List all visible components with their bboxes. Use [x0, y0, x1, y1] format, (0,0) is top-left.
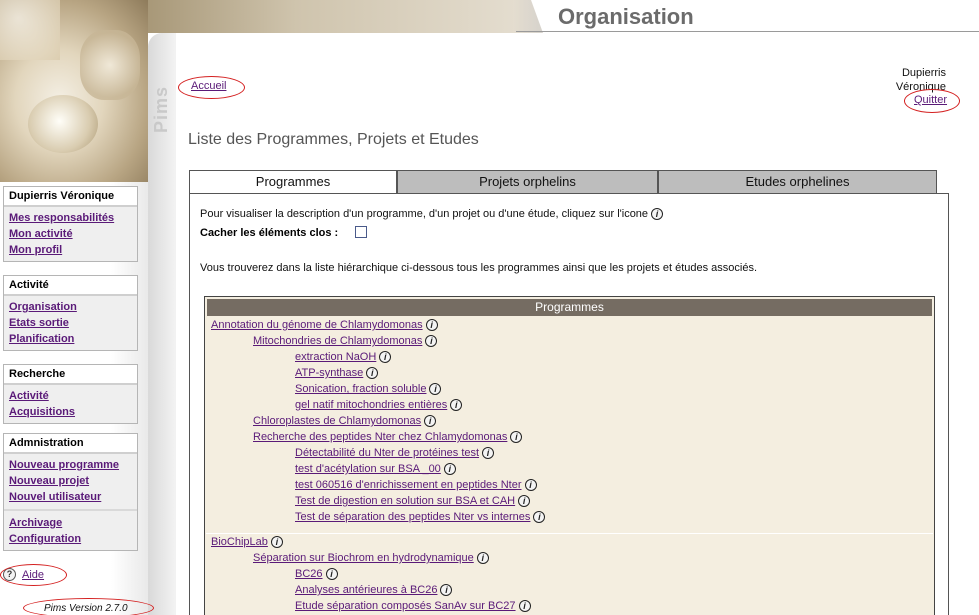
hide-closed-checkbox[interactable] — [355, 226, 367, 238]
menu-mon-profil[interactable]: Mon profil — [4, 242, 137, 258]
info-icon[interactable]: i — [379, 351, 392, 364]
sidebar: Dupierris Véronique Mes responsabilités … — [0, 182, 148, 615]
project-item: Mitochondries de Chlamydomonas i — [253, 335, 438, 348]
info-icon[interactable]: i — [510, 431, 523, 444]
info-icon[interactable]: i — [518, 600, 531, 613]
info-icon[interactable]: i — [482, 447, 495, 460]
program-link[interactable]: Analyses antérieures à BC26 — [295, 584, 437, 596]
info-icon[interactable]: i — [425, 335, 438, 348]
program-separator — [206, 533, 933, 534]
menu-recherche-activite[interactable]: Activité — [4, 388, 137, 404]
hide-closed-label: Cacher les éléments clos : — [200, 227, 339, 239]
study-item: ATP-synthase i — [295, 367, 379, 380]
menu-etats-sortie[interactable]: Etats sortie — [4, 315, 137, 331]
menu-divider — [4, 509, 137, 511]
user-name-line1: Dupierris — [901, 67, 946, 79]
admin-menu: Admnistration Nouveau programme Nouveau … — [3, 433, 138, 551]
page-header-title: Organisation — [558, 4, 694, 29]
study-item: test 060516 d'enrichissement en peptides… — [295, 479, 537, 492]
info-icon[interactable]: i — [425, 319, 438, 332]
info-icon[interactable]: i — [443, 463, 456, 476]
menu-planification[interactable]: Planification — [4, 331, 137, 347]
menu-nouveau-projet[interactable]: Nouveau projet — [4, 473, 137, 489]
page-title: Liste des Programmes, Projets et Etudes — [188, 131, 479, 148]
activity-menu: Activité Organisation Etats sortie Plani… — [3, 275, 138, 351]
tab-etudes-orphelines[interactable]: Etudes orphelines — [658, 170, 937, 194]
info-icon[interactable]: i — [476, 552, 489, 565]
project-item: Recherche des peptides Nter chez Chlamyd… — [253, 431, 523, 444]
menu-nouveau-programme[interactable]: Nouveau programme — [4, 457, 137, 473]
pims-strip-label: Pims — [151, 85, 171, 133]
hierarchy-note: Vous trouverez dans la liste hiérarchiqu… — [200, 262, 758, 274]
annotation-circle — [23, 598, 154, 615]
header-photo — [0, 0, 148, 182]
program-link[interactable]: Détectabilité du Nter de protéines test — [295, 447, 479, 459]
menu-mon-activite[interactable]: Mon activité — [4, 226, 137, 242]
menu-nouvel-utilisateur[interactable]: Nouvel utilisateur — [4, 489, 137, 505]
study-item: Détectabilité du Nter de protéines test i — [295, 447, 495, 460]
program-link[interactable]: extraction NaOH — [295, 351, 376, 363]
programs-table-header: Programmes — [207, 299, 932, 316]
menu-configuration[interactable]: Configuration — [4, 531, 137, 547]
program-link[interactable]: test d'acétylation sur BSA _00 — [295, 463, 441, 475]
tab-projets-orphelins[interactable]: Projets orphelins — [397, 170, 658, 194]
info-icon[interactable]: i — [524, 479, 537, 492]
instructions-text: Pour visualiser la description d'un prog… — [200, 208, 664, 221]
program-link[interactable]: BC26 — [295, 568, 323, 580]
study-item: BC26 i — [295, 568, 338, 581]
program-item: BioChipLab i — [211, 536, 283, 549]
info-icon[interactable]: i — [429, 383, 442, 396]
study-item: test d'acétylation sur BSA _00 i — [295, 463, 456, 476]
program-link[interactable]: Test de séparation des peptides Nter vs … — [295, 511, 530, 523]
program-link[interactable]: Etude séparation composés SanAv sur BC27 — [295, 600, 516, 612]
info-icon[interactable]: i — [450, 399, 463, 412]
program-link[interactable]: Séparation sur Biochrom en hydrodynamiqu… — [253, 552, 474, 564]
info-icon[interactable]: i — [424, 415, 437, 428]
program-link[interactable]: Chloroplastes de Chlamydomonas — [253, 415, 421, 427]
menu-mes-responsabilites[interactable]: Mes responsabilités — [4, 210, 137, 226]
pims-strip: Pims — [148, 33, 176, 615]
program-link[interactable]: Sonication, fraction soluble — [295, 383, 426, 395]
study-item: Analyses antérieures à BC26 i — [295, 584, 453, 597]
info-icon: i — [651, 208, 664, 221]
activity-menu-title: Activité — [4, 276, 137, 296]
annotation-circle — [178, 76, 245, 99]
info-icon[interactable]: i — [440, 584, 453, 597]
program-link[interactable]: Test de digestion en solution sur BSA et… — [295, 495, 515, 507]
study-item: Test de digestion en solution sur BSA et… — [295, 495, 531, 508]
program-link[interactable]: BioChipLab — [211, 536, 268, 548]
info-icon[interactable]: i — [270, 536, 283, 549]
tab-bar: Programmes Projets orphelins Etudes orph… — [189, 170, 949, 195]
search-menu: Recherche Activité Acquisitions — [3, 364, 138, 424]
annotation-circle — [0, 564, 67, 586]
program-link[interactable]: ATP-synthase — [295, 367, 363, 379]
info-icon[interactable]: i — [366, 367, 379, 380]
menu-acquisitions[interactable]: Acquisitions — [4, 404, 137, 420]
tab-programmes[interactable]: Programmes — [189, 170, 397, 195]
program-link[interactable]: Annotation du génome de Chlamydomonas — [211, 319, 423, 331]
study-item: extraction NaOH i — [295, 351, 392, 364]
study-item: Sonication, fraction soluble i — [295, 383, 442, 396]
program-link[interactable]: test 060516 d'enrichissement en peptides… — [295, 479, 522, 491]
study-item: Etude séparation composés SanAv sur BC27… — [295, 600, 531, 613]
info-icon[interactable]: i — [518, 495, 531, 508]
annotation-circle — [904, 89, 960, 113]
program-item: Annotation du génome de Chlamydomonas i — [211, 319, 438, 332]
user-menu-title: Dupierris Véronique — [4, 187, 137, 207]
study-item: Test de séparation des peptides Nter vs … — [295, 511, 546, 524]
user-menu: Dupierris Véronique Mes responsabilités … — [3, 186, 138, 262]
admin-menu-title: Admnistration — [4, 434, 137, 454]
info-icon[interactable]: i — [533, 511, 546, 524]
instructions-label: Pour visualiser la description d'un prog… — [200, 208, 649, 220]
program-link[interactable]: gel natif mitochondries entières — [295, 399, 447, 411]
menu-archivage[interactable]: Archivage — [4, 515, 137, 531]
info-icon[interactable]: i — [325, 568, 338, 581]
project-item: Chloroplastes de Chlamydomonas i — [253, 415, 437, 428]
project-item: Séparation sur Biochrom en hydrodynamiqu… — [253, 552, 489, 565]
program-link[interactable]: Recherche des peptides Nter chez Chlamyd… — [253, 431, 507, 443]
search-menu-title: Recherche — [4, 365, 137, 385]
study-item: gel natif mitochondries entières i — [295, 399, 463, 412]
menu-organisation[interactable]: Organisation — [4, 299, 137, 315]
program-link[interactable]: Mitochondries de Chlamydomonas — [253, 335, 422, 347]
